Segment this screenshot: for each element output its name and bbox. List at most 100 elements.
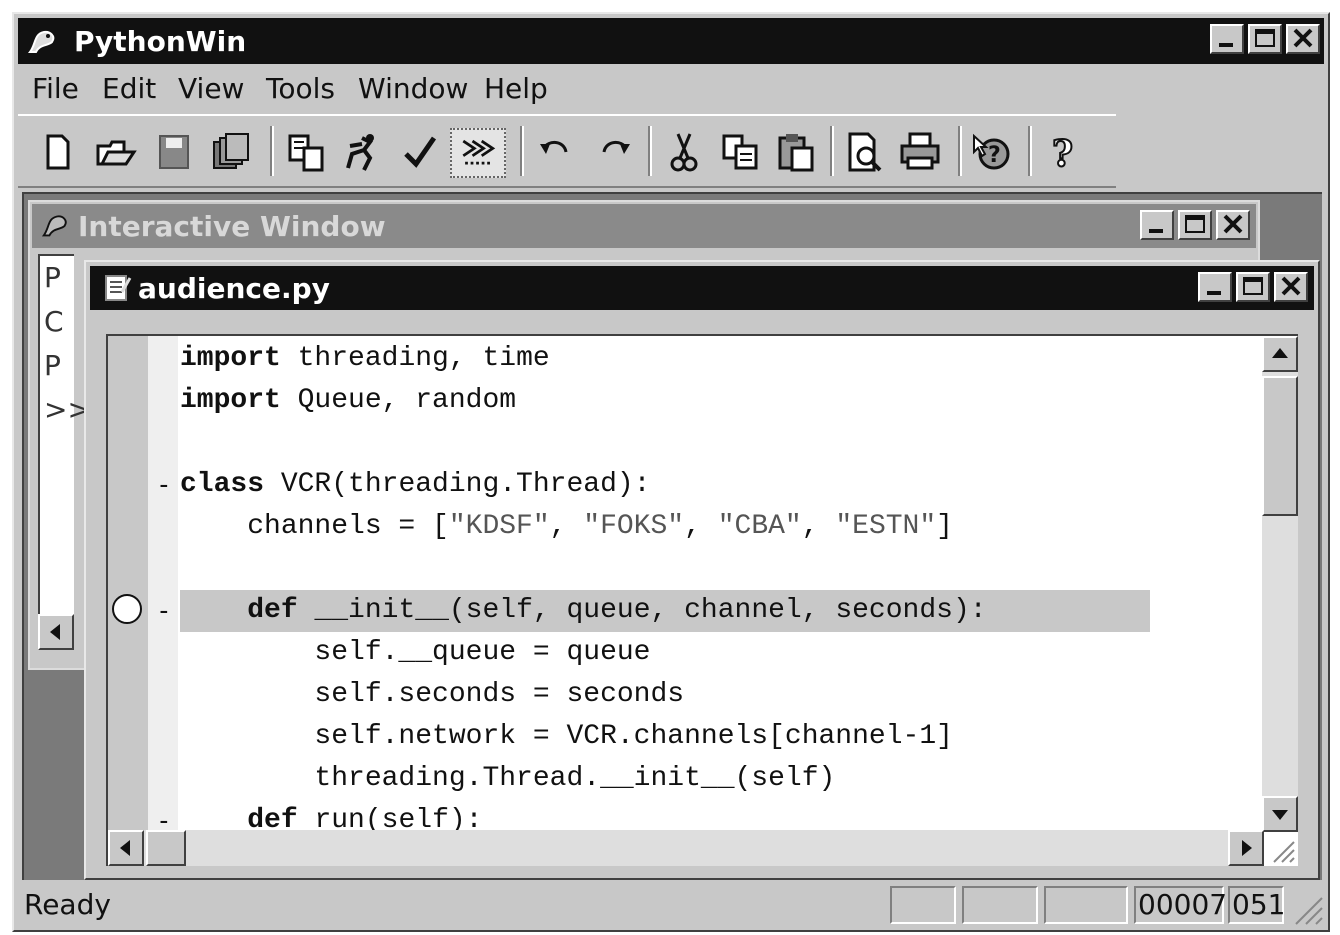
minimize-button[interactable]: [1210, 24, 1244, 54]
print-preview-icon[interactable]: [842, 130, 886, 174]
vertical-scroll-thumb[interactable]: [1262, 376, 1298, 516]
code-editor[interactable]: import threading, time import Queue, rand…: [106, 334, 1298, 866]
arrow-up-icon: [1272, 348, 1288, 358]
cut-icon[interactable]: [662, 130, 706, 174]
interactive-line: C: [44, 305, 64, 338]
menu-file[interactable]: File: [32, 72, 79, 105]
editor-maximize-button[interactable]: [1236, 272, 1270, 302]
code-keyword: def: [247, 595, 298, 626]
fold-margin[interactable]: [148, 336, 178, 832]
close-icon: [1293, 28, 1313, 48]
status-panel: [890, 886, 956, 924]
paste-icon[interactable]: [774, 130, 818, 174]
open-folder-icon[interactable]: [94, 130, 138, 174]
interactive-minimize-button[interactable]: [1140, 210, 1174, 240]
code-line[interactable]: self.__queue = queue: [180, 632, 650, 674]
code-line[interactable]: channels = ["KDSF", "FOKS", "CBA", "ESTN…: [180, 506, 953, 548]
arrow-down-icon: [1272, 810, 1288, 820]
code-line[interactable]: self.seconds = seconds: [180, 674, 684, 716]
copy-icon[interactable]: [718, 130, 762, 174]
minimize-icon: [1207, 291, 1221, 295]
close-icon: [1281, 276, 1301, 296]
code-text: Queue, random: [280, 385, 517, 416]
status-text: Ready: [24, 888, 111, 921]
breakpoint-icon[interactable]: [112, 594, 142, 624]
check-icon[interactable]: [398, 130, 442, 174]
close-icon: [1223, 214, 1243, 234]
fold-collapse-icon[interactable]: -: [156, 800, 172, 842]
breakpoint-margin[interactable]: [108, 336, 148, 832]
fold-collapse-icon[interactable]: -: [156, 590, 172, 632]
run-icon[interactable]: [340, 130, 384, 174]
undo-icon[interactable]: [534, 130, 578, 174]
editor-minimize-button[interactable]: [1198, 272, 1232, 302]
code-line[interactable]: class VCR(threading.Thread):: [180, 464, 650, 506]
interactive-line: P: [44, 349, 61, 382]
help-icon[interactable]: ?: [1042, 130, 1086, 174]
menu-bar: File Edit View Tools Window Help: [18, 66, 1324, 112]
scroll-down-button[interactable]: [1262, 796, 1298, 832]
interactive-scroll-left-button[interactable]: [38, 614, 74, 650]
horizontal-scrollbar[interactable]: [108, 830, 1264, 866]
app-title: PythonWin: [74, 25, 247, 58]
help-context-icon[interactable]: ?: [970, 130, 1014, 174]
code-text-area[interactable]: import threading, time import Queue, rand…: [180, 336, 1260, 832]
menu-help[interactable]: Help: [484, 72, 548, 105]
interactive-output[interactable]: P C P >>: [38, 254, 91, 614]
code-text: self.__queue = queue: [180, 637, 651, 668]
python-app-icon: [28, 30, 55, 53]
save-all-icon[interactable]: [208, 130, 252, 174]
code-line[interactable]: import Queue, random: [180, 380, 516, 422]
toolbar: ? ?: [18, 114, 1116, 188]
editor-window[interactable]: audience.py import threading, time import…: [84, 260, 1320, 880]
interactive-line: >>: [44, 393, 91, 426]
maximize-button[interactable]: [1248, 24, 1282, 54]
vertical-scrollbar[interactable]: [1262, 336, 1298, 832]
status-column-number: 051: [1228, 886, 1285, 924]
redo-icon[interactable]: [592, 130, 636, 174]
code-string: "FOKS": [583, 511, 685, 542]
save-icon[interactable]: [152, 130, 196, 174]
menu-window[interactable]: Window: [358, 72, 468, 105]
editor-window-title: audience.py: [138, 272, 330, 305]
menu-view[interactable]: View: [178, 72, 244, 105]
menu-edit[interactable]: Edit: [102, 72, 156, 105]
menu-tools[interactable]: Tools: [266, 72, 335, 105]
code-line[interactable]: def __init__(self, queue, channel, secon…: [180, 590, 1150, 632]
code-line[interactable]: threading.Thread.__init__(self): [180, 758, 835, 800]
interactive-maximize-button[interactable]: [1178, 210, 1212, 240]
code-line[interactable]: import threading, time: [180, 338, 550, 380]
interactive-close-button[interactable]: [1216, 210, 1250, 240]
minimize-icon: [1219, 43, 1233, 47]
svg-text:?: ?: [988, 143, 1001, 168]
editor-close-button[interactable]: [1274, 272, 1308, 302]
svg-text:?: ?: [1052, 133, 1073, 174]
code-text: run(self):: [297, 805, 483, 832]
interactive-window-title-bar[interactable]: Interactive Window: [32, 204, 1256, 248]
import-icon[interactable]: [284, 130, 328, 174]
close-button[interactable]: [1286, 24, 1320, 54]
status-bar: Ready 00007 051: [18, 882, 1324, 926]
editor-window-title-bar[interactable]: audience.py: [90, 266, 1314, 310]
code-text: threading, time: [280, 343, 550, 374]
code-line[interactable]: def run(self):: [180, 800, 482, 832]
resize-grip-icon[interactable]: [1288, 890, 1324, 926]
status-line-number: 00007: [1134, 886, 1227, 924]
code-line[interactable]: self.network = VCR.channels[channel-1]: [180, 716, 953, 758]
scroll-left-button[interactable]: [108, 830, 144, 866]
document-icon: [105, 275, 132, 301]
title-bar[interactable]: PythonWin: [18, 18, 1324, 64]
interactive-window-icon[interactable]: [450, 128, 506, 178]
resize-grip-icon[interactable]: [1264, 832, 1296, 864]
code-text: channels = [: [180, 511, 449, 542]
code-string: "KDSF": [448, 511, 550, 542]
code-text: threading.Thread.__init__(self): [180, 763, 836, 794]
scroll-up-button[interactable]: [1262, 336, 1298, 372]
new-file-icon[interactable]: [36, 130, 80, 174]
print-icon[interactable]: [898, 130, 942, 174]
fold-collapse-icon[interactable]: -: [156, 464, 172, 506]
interactive-window-title: Interactive Window: [78, 210, 386, 243]
code-keyword: import: [180, 385, 281, 416]
scroll-right-button[interactable]: [1228, 830, 1264, 866]
